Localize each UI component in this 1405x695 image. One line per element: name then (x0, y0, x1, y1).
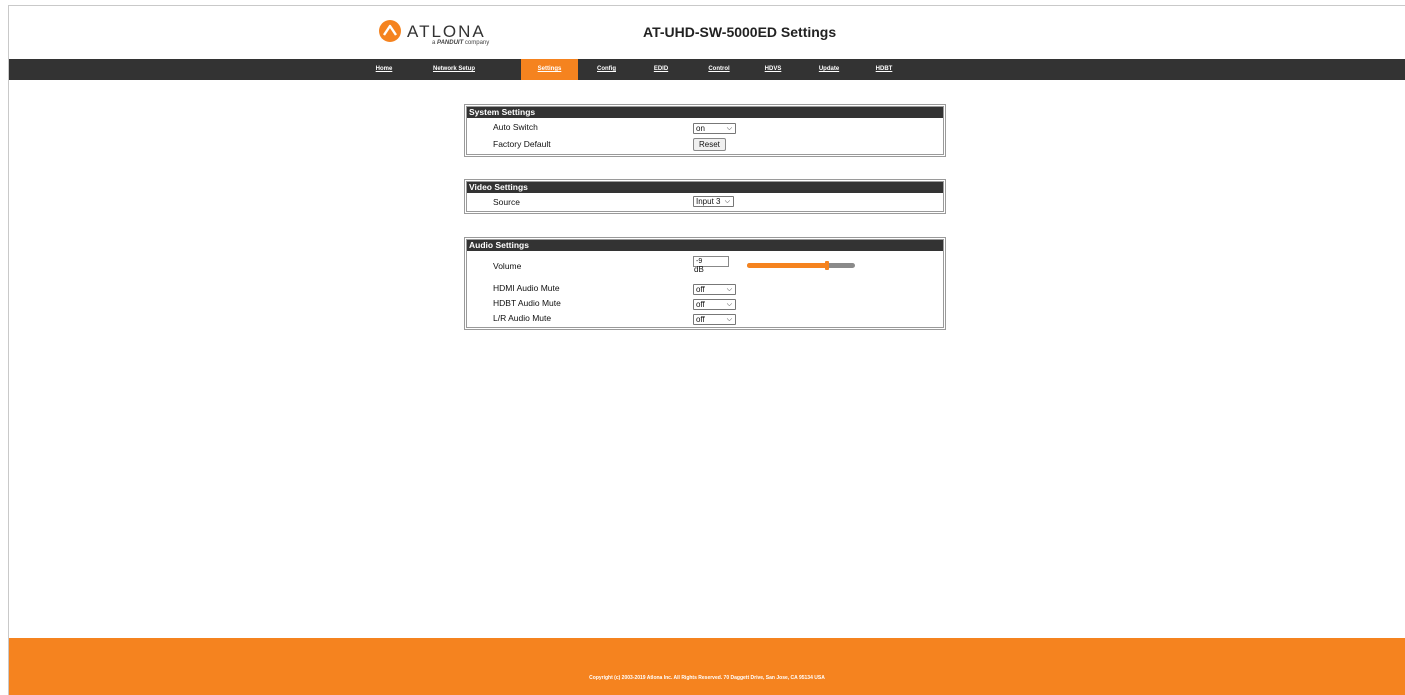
hdbt-audio-mute-label: HDBT Audio Mute (493, 298, 561, 308)
logo-wordmark: ATLONA (407, 22, 486, 41)
logo-tagline: a PANDUIT company (432, 40, 490, 46)
video-settings-title: Video Settings (467, 182, 943, 193)
atlona-logo-icon (379, 20, 401, 42)
nav-network-setup[interactable]: Network Setup (427, 59, 481, 80)
reset-button[interactable]: Reset (693, 138, 726, 151)
nav-config[interactable]: Config (593, 59, 620, 80)
hdmi-audio-mute-label: HDMI Audio Mute (493, 283, 560, 293)
chevron-down-icon: ⌵ (726, 316, 732, 323)
atlona-logo[interactable]: ATLONA a PANDUIT company (378, 19, 508, 49)
lr-audio-mute-label: L/R Audio Mute (493, 313, 552, 323)
hdmi-audio-mute-select[interactable]: off ⌵ (693, 284, 736, 295)
nav-update[interactable]: Update (815, 59, 843, 80)
chevron-down-icon: ⌵ (726, 286, 732, 293)
nav-hdvs[interactable]: HDVS (762, 59, 784, 80)
video-settings-panel: Video Settings Source Input 3 ⌵ (464, 179, 946, 214)
source-label: Source (493, 197, 520, 207)
nav-hdbt[interactable]: HDBT (873, 59, 895, 80)
chevron-down-icon: ⌵ (726, 125, 732, 132)
audio-settings-title: Audio Settings (467, 240, 943, 251)
volume-unit: dB (694, 265, 704, 274)
volume-slider-fill (747, 263, 827, 268)
hdbt-audio-mute-select[interactable]: off ⌵ (693, 299, 736, 310)
footer: Copyright (c) 2003-2019 Atlona Inc. All … (9, 638, 1405, 695)
volume-slider-handle[interactable] (824, 261, 829, 270)
volume-label: Volume (493, 261, 522, 271)
nav-settings[interactable]: Settings (521, 59, 578, 80)
nav-home[interactable]: Home (372, 59, 396, 80)
volume-slider[interactable] (747, 261, 855, 270)
page-title: AT-UHD-SW-5000ED Settings (643, 24, 837, 40)
system-settings-panel: System Settings Auto Switch on ⌵ Factory … (464, 104, 946, 157)
chevron-down-icon: ⌵ (724, 198, 730, 205)
system-settings-title: System Settings (467, 107, 943, 118)
main-nav: Home Network Setup Settings Config EDID … (9, 59, 1405, 80)
auto-switch-label: Auto Switch (493, 122, 538, 132)
audio-settings-panel: Audio Settings Volume -9 dB HDMI Audio M… (464, 237, 946, 330)
chevron-down-icon: ⌵ (726, 301, 732, 308)
nav-edid[interactable]: EDID (651, 59, 671, 80)
auto-switch-select[interactable]: on ⌵ (693, 123, 736, 134)
source-select[interactable]: Input 3 ⌵ (693, 196, 734, 207)
lr-audio-mute-select[interactable]: off ⌵ (693, 314, 736, 325)
factory-default-label: Factory Default (493, 139, 551, 149)
header: ATLONA a PANDUIT company AT-UHD-SW-5000E… (9, 6, 1405, 59)
copyright-text: Copyright (c) 2003-2019 Atlona Inc. All … (589, 675, 825, 681)
nav-control[interactable]: Control (704, 59, 734, 80)
